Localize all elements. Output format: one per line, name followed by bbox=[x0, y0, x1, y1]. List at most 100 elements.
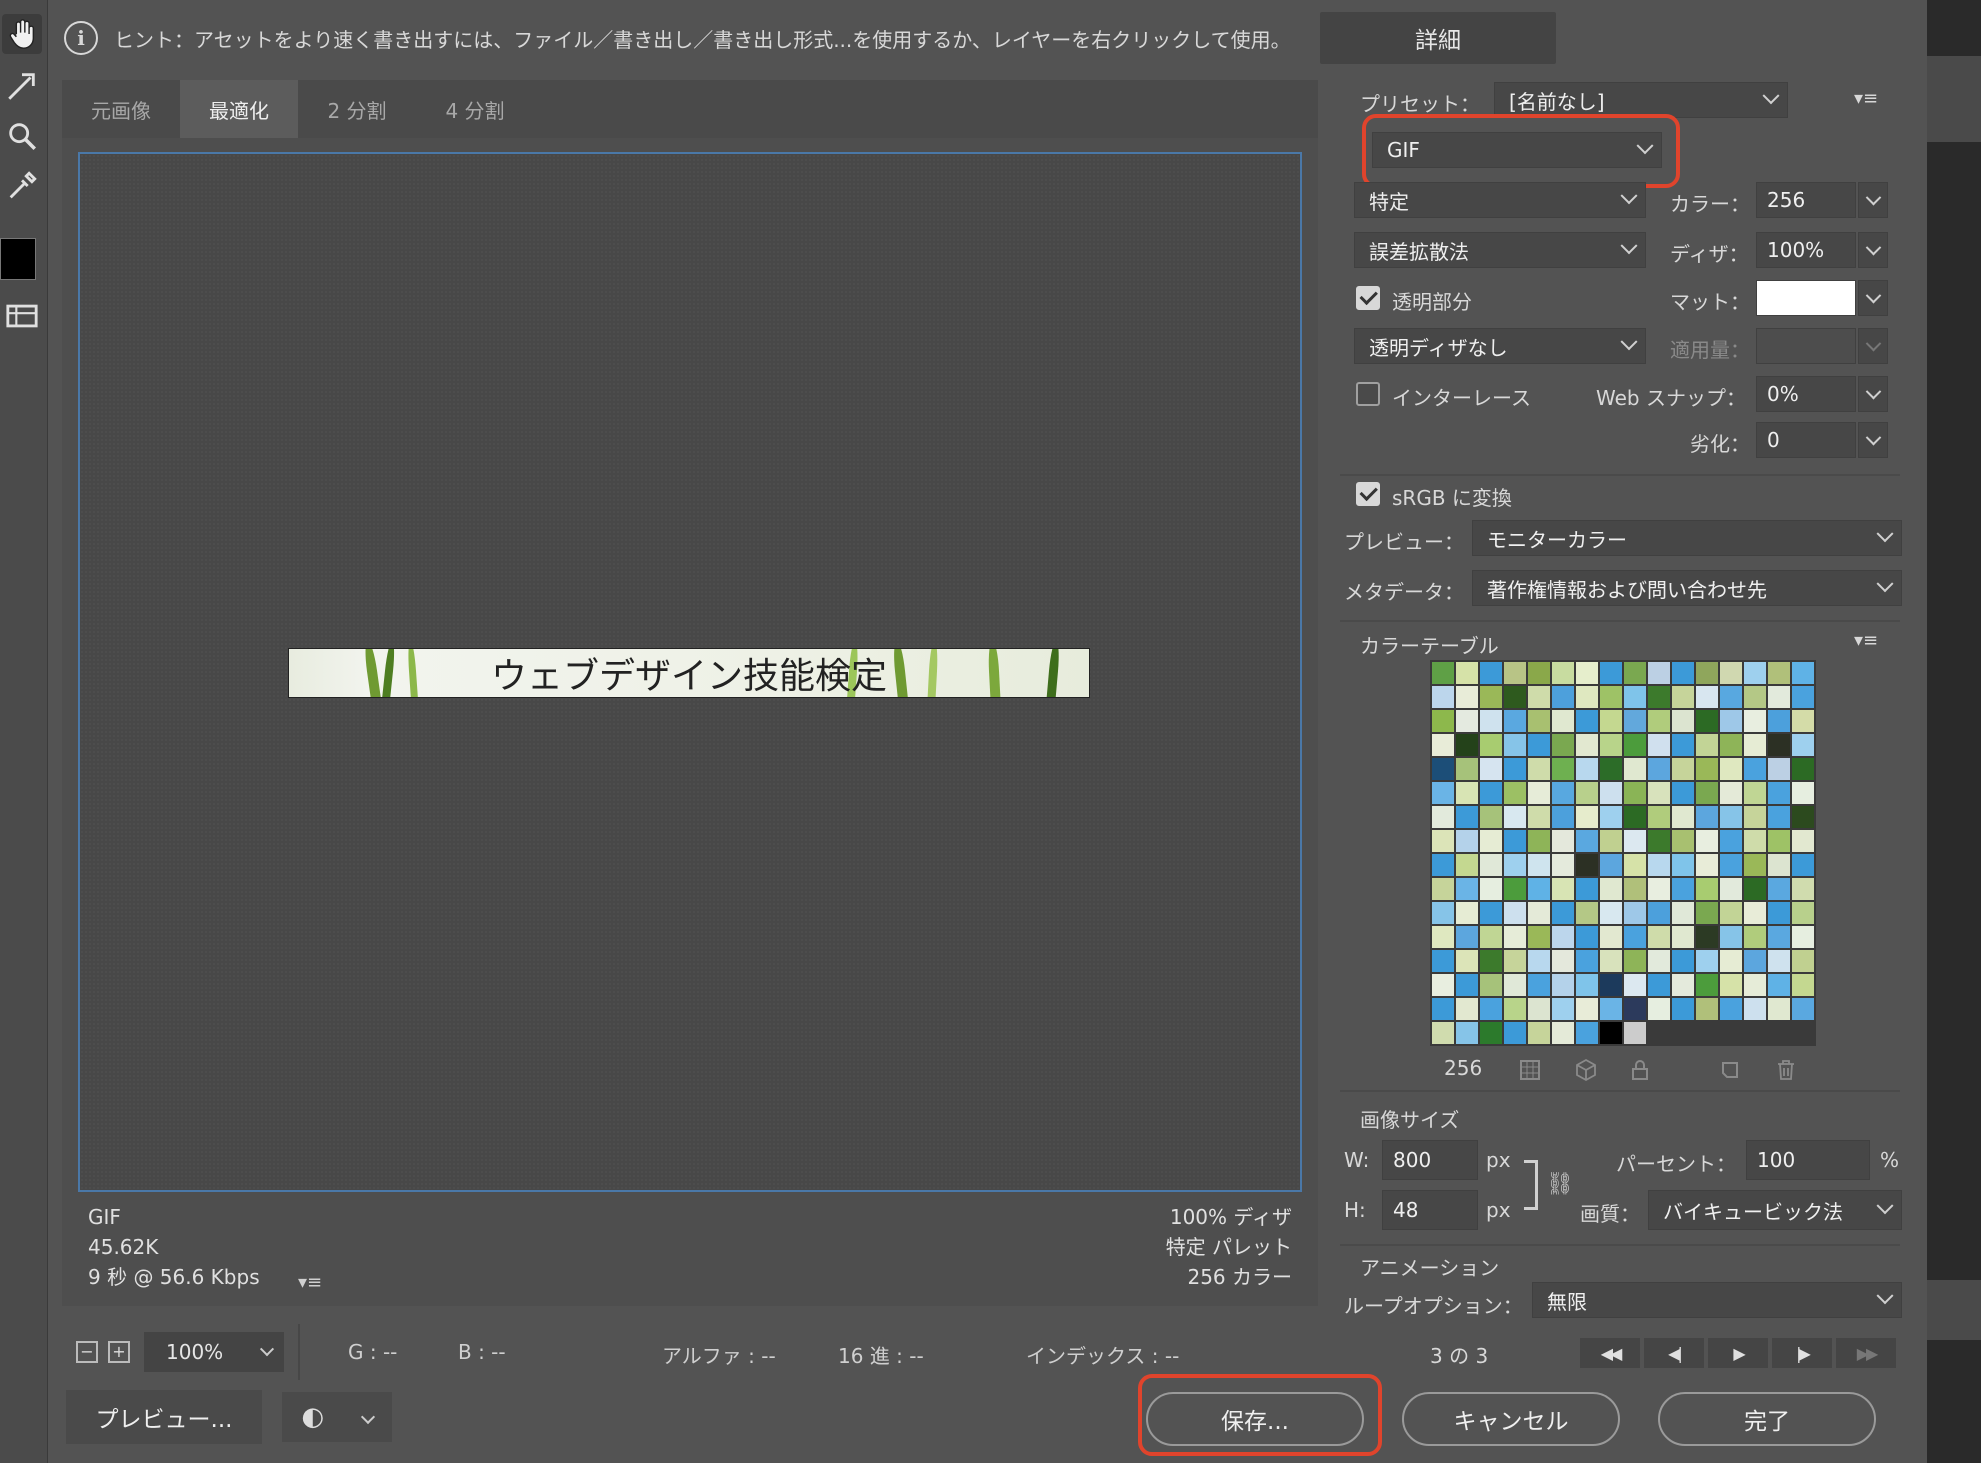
color-swatch[interactable] bbox=[1720, 734, 1742, 756]
color-swatch[interactable] bbox=[1624, 710, 1646, 732]
color-swatch[interactable] bbox=[1720, 758, 1742, 780]
detail-button[interactable]: 詳細 bbox=[1320, 12, 1556, 64]
color-swatch[interactable] bbox=[1744, 782, 1766, 804]
color-swatch[interactable] bbox=[1600, 902, 1622, 924]
color-swatch[interactable] bbox=[1528, 782, 1550, 804]
color-swatch[interactable] bbox=[1792, 902, 1814, 924]
color-swatch[interactable] bbox=[1696, 758, 1718, 780]
color-swatch[interactable] bbox=[1504, 926, 1526, 948]
color-swatch[interactable] bbox=[1696, 686, 1718, 708]
color-swatch[interactable] bbox=[1720, 782, 1742, 804]
loop-select[interactable]: 無限 bbox=[1532, 1282, 1902, 1318]
done-button[interactable]: 完了 bbox=[1658, 1392, 1876, 1446]
color-swatch[interactable] bbox=[1504, 878, 1526, 900]
color-swatch[interactable] bbox=[1672, 902, 1694, 924]
play-button[interactable]: ▶ bbox=[1708, 1338, 1768, 1368]
color-swatch[interactable] bbox=[1600, 782, 1622, 804]
color-swatch[interactable] bbox=[1480, 710, 1502, 732]
preset-select[interactable]: [名前なし] bbox=[1494, 82, 1788, 118]
color-swatch[interactable] bbox=[1624, 830, 1646, 852]
color-table-grid[interactable] bbox=[1430, 660, 1816, 1046]
color-swatch[interactable] bbox=[1768, 662, 1790, 684]
color-swatch[interactable] bbox=[1744, 686, 1766, 708]
color-swatch[interactable] bbox=[1504, 854, 1526, 876]
color-swatch[interactable] bbox=[1744, 854, 1766, 876]
zoom-out-button[interactable]: − bbox=[76, 1341, 98, 1363]
color-swatch[interactable] bbox=[1672, 782, 1694, 804]
colors-dropdown[interactable] bbox=[1858, 182, 1888, 218]
dither-field[interactable]: 100% bbox=[1756, 232, 1856, 268]
color-swatch[interactable] bbox=[1672, 662, 1694, 684]
color-swatch[interactable] bbox=[1552, 878, 1574, 900]
color-swatch[interactable] bbox=[1528, 734, 1550, 756]
color-swatch[interactable] bbox=[1792, 806, 1814, 828]
color-swatch[interactable] bbox=[1576, 806, 1598, 828]
color-swatch[interactable] bbox=[1576, 854, 1598, 876]
color-swatch[interactable] bbox=[1432, 926, 1454, 948]
color-swatch[interactable] bbox=[1456, 662, 1478, 684]
color-swatch[interactable] bbox=[1480, 662, 1502, 684]
color-swatch[interactable] bbox=[1456, 878, 1478, 900]
color-swatch[interactable] bbox=[1552, 662, 1574, 684]
color-swatch[interactable] bbox=[1648, 926, 1670, 948]
color-swatch[interactable] bbox=[1432, 1022, 1454, 1044]
color-swatch[interactable] bbox=[1768, 782, 1790, 804]
color-swatch[interactable] bbox=[1480, 806, 1502, 828]
zoom-tool-icon[interactable] bbox=[2, 116, 42, 156]
color-swatch[interactable] bbox=[1600, 758, 1622, 780]
color-swatch[interactable] bbox=[1768, 926, 1790, 948]
color-swatch[interactable] bbox=[1792, 830, 1814, 852]
web-snap-cube-icon[interactable] bbox=[1574, 1058, 1598, 1082]
color-swatch[interactable] bbox=[1744, 830, 1766, 852]
color-swatch[interactable] bbox=[1744, 662, 1766, 684]
color-swatch[interactable] bbox=[1648, 686, 1670, 708]
color-swatch[interactable] bbox=[1744, 710, 1766, 732]
color-swatch[interactable] bbox=[1792, 782, 1814, 804]
color-swatch[interactable] bbox=[1720, 878, 1742, 900]
color-swatch[interactable] bbox=[1600, 1022, 1622, 1044]
color-swatch[interactable] bbox=[1480, 998, 1502, 1020]
color-swatch[interactable] bbox=[1576, 1022, 1598, 1044]
color-swatch[interactable] bbox=[1792, 734, 1814, 756]
color-swatch[interactable] bbox=[1720, 974, 1742, 996]
color-swatch[interactable] bbox=[1648, 782, 1670, 804]
color-swatch[interactable] bbox=[1744, 734, 1766, 756]
color-swatch[interactable] bbox=[1744, 758, 1766, 780]
color-swatch[interactable] bbox=[1672, 854, 1694, 876]
color-swatch[interactable] bbox=[1528, 950, 1550, 972]
color-swatch[interactable] bbox=[1600, 710, 1622, 732]
color-swatch[interactable] bbox=[1576, 950, 1598, 972]
color-swatch[interactable] bbox=[1768, 734, 1790, 756]
color-swatch[interactable] bbox=[1456, 734, 1478, 756]
color-swatch[interactable] bbox=[1432, 974, 1454, 996]
color-swatch[interactable] bbox=[1696, 662, 1718, 684]
color-swatch[interactable] bbox=[1480, 926, 1502, 948]
color-swatch[interactable] bbox=[1456, 902, 1478, 924]
color-swatch[interactable] bbox=[1552, 686, 1574, 708]
color-swatch[interactable] bbox=[1792, 758, 1814, 780]
eyedropper-color-swatch[interactable] bbox=[0, 238, 36, 280]
color-swatch[interactable] bbox=[1504, 1022, 1526, 1044]
color-swatch[interactable] bbox=[1672, 950, 1694, 972]
color-swatch[interactable] bbox=[1672, 710, 1694, 732]
color-swatch[interactable] bbox=[1576, 830, 1598, 852]
color-swatch[interactable] bbox=[1456, 926, 1478, 948]
color-swatch[interactable] bbox=[1576, 926, 1598, 948]
color-swatch[interactable] bbox=[1696, 782, 1718, 804]
color-swatch[interactable] bbox=[1672, 686, 1694, 708]
color-swatch[interactable] bbox=[1768, 854, 1790, 876]
color-swatch[interactable] bbox=[1720, 806, 1742, 828]
color-swatch[interactable] bbox=[1600, 974, 1622, 996]
color-swatch[interactable] bbox=[1624, 758, 1646, 780]
color-swatch[interactable] bbox=[1456, 686, 1478, 708]
interlace-checkbox[interactable] bbox=[1356, 382, 1380, 406]
color-swatch[interactable] bbox=[1480, 1022, 1502, 1044]
color-swatch[interactable] bbox=[1552, 926, 1574, 948]
color-swatch[interactable] bbox=[1480, 974, 1502, 996]
color-swatch[interactable] bbox=[1528, 686, 1550, 708]
preview-button[interactable]: プレビュー... bbox=[66, 1390, 262, 1444]
color-swatch[interactable] bbox=[1576, 878, 1598, 900]
lock-color-icon[interactable] bbox=[1628, 1058, 1652, 1082]
color-swatch[interactable] bbox=[1552, 1022, 1574, 1044]
color-swatch[interactable] bbox=[1600, 998, 1622, 1020]
